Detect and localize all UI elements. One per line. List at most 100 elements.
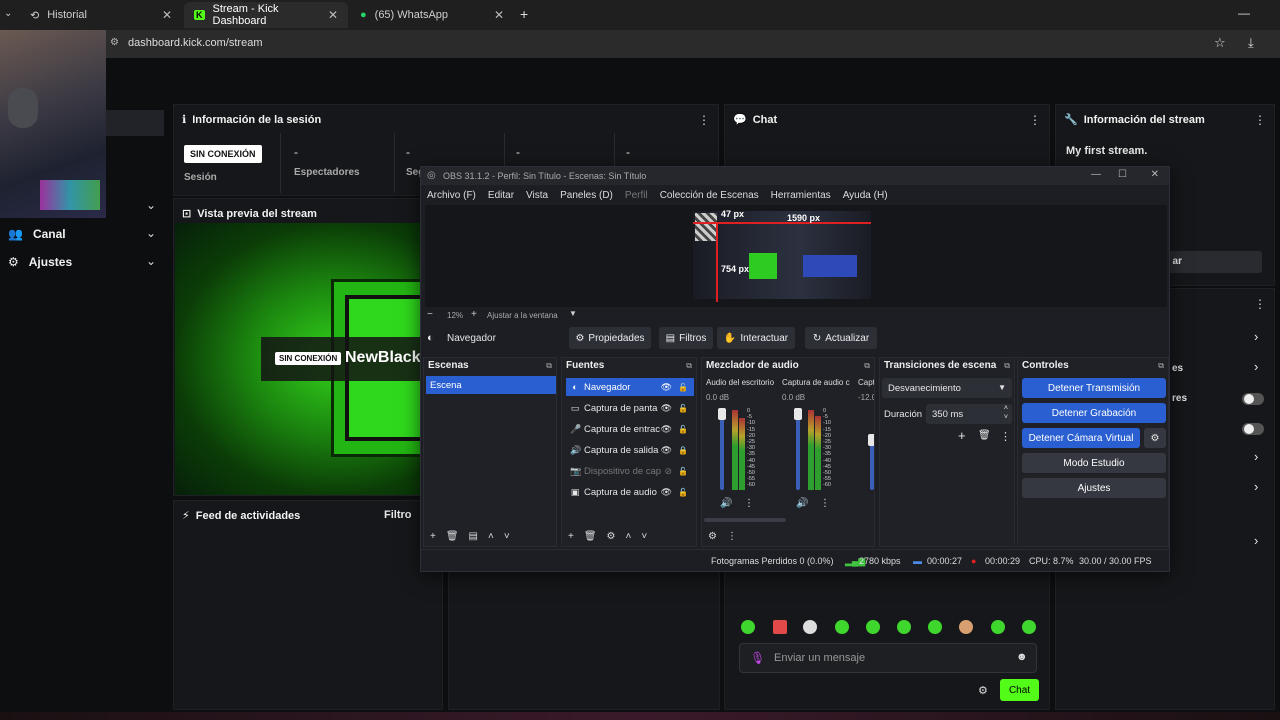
emoji-icon[interactable]: ☻	[1016, 651, 1028, 663]
lock-icon[interactable]: 🔓	[678, 383, 688, 392]
dock-float-icon[interactable]: ⧉	[864, 361, 870, 371]
kebab-menu-icon[interactable]: ⋮	[1254, 113, 1266, 127]
visibility-eye-icon[interactable]: 👁	[661, 424, 672, 435]
speaker-icon[interactable]: 🔊	[720, 498, 732, 509]
chevron-up-icon[interactable]: ˄	[626, 531, 632, 542]
tab-whatsapp[interactable]: ● (65) WhatsApp ✕	[350, 2, 514, 28]
trash-icon[interactable]: 🗑	[584, 531, 597, 542]
emote-icon[interactable]	[897, 620, 911, 634]
add-icon[interactable]: +	[568, 531, 574, 542]
visibility-eye-icon[interactable]: 👁	[661, 487, 672, 498]
site-settings-icon[interactable]: ⚙	[110, 37, 119, 48]
tab-list-chevron-icon[interactable]: ⌄	[4, 8, 12, 19]
dock-float-icon[interactable]: ⧉	[1158, 361, 1164, 371]
obs-preview-canvas[interactable]: 47 px 1590 px 754 px	[425, 205, 1167, 307]
new-tab-button[interactable]: +	[520, 6, 528, 22]
stop-streaming-button[interactable]: Detener Transmisión	[1022, 378, 1166, 398]
chat-send-button[interactable]: Chat	[1000, 679, 1039, 701]
transition-select[interactable]: Desvanecimiento ▼	[882, 378, 1012, 398]
menu-archivo[interactable]: Archivo (F)	[421, 187, 482, 205]
menu-herramientas[interactable]: Herramientas	[765, 187, 837, 205]
dock-float-icon[interactable]: ⧉	[1004, 361, 1010, 371]
hidden-eye-icon[interactable]: ⊘	[664, 466, 672, 477]
horizontal-scrollbar[interactable]	[704, 518, 786, 522]
lock-icon[interactable]: 🔒	[678, 446, 688, 455]
chevron-up-icon[interactable]: ˄	[488, 531, 494, 542]
add-icon[interactable]: +	[430, 531, 436, 542]
tab-historial[interactable]: ⟲ Historial ✕	[20, 2, 182, 28]
virtual-camera-settings-icon[interactable]: ⚙	[1144, 428, 1166, 448]
visibility-eye-icon[interactable]: 👁	[661, 382, 672, 393]
source-item[interactable]: 📷 Dispositivo de cap ⊘ 🔓	[566, 462, 694, 480]
volume-fader[interactable]	[796, 410, 800, 490]
kebab-menu-icon[interactable]: ⋮	[744, 498, 754, 509]
source-item[interactable]: ◐ Navegador 👁 🔓	[566, 378, 694, 396]
volume-fader[interactable]	[720, 410, 724, 490]
tab-kick-dashboard[interactable]: K Stream - Kick Dashboard ✕	[184, 2, 348, 28]
emote-icon[interactable]	[866, 620, 880, 634]
add-icon[interactable]: +	[958, 428, 966, 443]
duration-spinbox[interactable]: 350 ms ˄ ˅	[926, 404, 1012, 424]
refresh-button[interactable]: ↻ Actualizar	[805, 327, 877, 349]
studio-mode-button[interactable]: Modo Estudio	[1022, 453, 1166, 473]
minimize-icon[interactable]: —	[1238, 6, 1250, 20]
emote-icon[interactable]	[835, 620, 849, 634]
kebab-menu-icon[interactable]: ⋮	[1254, 297, 1266, 311]
close-tab-icon[interactable]: ✕	[162, 8, 172, 22]
trash-icon[interactable]: 🗑	[446, 531, 459, 542]
menu-coleccion-escenas[interactable]: Colección de Escenas	[654, 187, 765, 205]
emote-icon[interactable]	[1022, 620, 1036, 634]
chevron-right-icon[interactable]: ›	[1254, 359, 1258, 374]
visibility-eye-icon[interactable]: 👁	[661, 403, 672, 414]
kebab-menu-icon[interactable]: ⋮	[698, 113, 710, 127]
chevron-right-icon[interactable]: ›	[1254, 479, 1258, 494]
chevron-down-icon[interactable]: ˅	[641, 531, 647, 542]
properties-button[interactable]: ⚙ Propiedades	[569, 327, 651, 349]
sidebar-item-ajustes[interactable]: ⚙ Ajustes	[8, 255, 72, 269]
fit-to-window-option[interactable]: Ajustar a la ventana	[487, 311, 558, 320]
source-item[interactable]: ▣ Captura de audio 👁 🔓	[566, 483, 694, 501]
speaker-icon[interactable]: 🔊	[796, 498, 808, 509]
kebab-menu-icon[interactable]: ⋮	[727, 531, 737, 542]
zoom-out-button[interactable]: −	[427, 309, 433, 320]
chevron-right-icon[interactable]: ›	[1254, 533, 1258, 548]
filters-button[interactable]: ▤ Filtros	[659, 327, 713, 349]
chevron-right-icon[interactable]: ›	[1254, 449, 1258, 464]
filter-icon[interactable]: ▤	[469, 531, 478, 542]
visibility-eye-icon[interactable]: 👁	[661, 445, 672, 456]
emote-icon[interactable]	[928, 620, 942, 634]
chevron-down-icon[interactable]: ˅	[504, 531, 510, 542]
gear-icon[interactable]: ⚙	[607, 531, 616, 542]
kebab-menu-icon[interactable]: ⋮	[1000, 430, 1011, 443]
source-item[interactable]: ▭ Captura de panta 👁 🔓	[566, 399, 694, 417]
bookmark-star-icon[interactable]: ☆	[1214, 35, 1226, 51]
scene-item[interactable]: Escena	[426, 376, 556, 394]
emote-icon[interactable]	[991, 620, 1005, 634]
fader-knob[interactable]	[718, 408, 726, 420]
chevron-right-icon[interactable]: ›	[1254, 329, 1258, 344]
emote-icon[interactable]	[773, 620, 787, 634]
filter-button[interactable]: Filtro	[384, 509, 412, 521]
dropdown-arrow-icon[interactable]: ▼	[569, 309, 577, 318]
close-icon[interactable]: ✕	[1151, 169, 1159, 180]
toggle-switch[interactable]	[1242, 393, 1264, 405]
settings-button[interactable]: Ajustes	[1022, 478, 1166, 498]
menu-paneles[interactable]: Paneles (D)	[554, 187, 619, 205]
chat-settings-gear-icon[interactable]: ⚙	[978, 684, 988, 697]
menu-perfil[interactable]: Perfil	[619, 187, 654, 205]
fader-knob[interactable]	[794, 408, 802, 420]
chat-input[interactable]: 🎙 Enviar un mensaje ☻	[739, 643, 1037, 673]
menu-editar[interactable]: Editar	[482, 187, 520, 205]
mixer-settings-icon[interactable]: ⚙	[708, 531, 717, 542]
microphone-icon[interactable]: 🎙	[750, 651, 765, 665]
dock-float-icon[interactable]: ⧉	[686, 361, 692, 371]
download-icon[interactable]: ⤓	[1248, 35, 1254, 51]
toggle-switch[interactable]	[1242, 423, 1264, 435]
zoom-in-button[interactable]: +	[471, 309, 477, 320]
emote-icon[interactable]	[803, 620, 817, 634]
source-item[interactable]: 🎤 Captura de entrac 👁 🔓	[566, 420, 694, 438]
chevron-down-icon[interactable]: ⌄	[146, 198, 156, 212]
trash-icon[interactable]: 🗑	[978, 430, 991, 441]
lock-icon[interactable]: 🔓	[678, 467, 688, 476]
lock-icon[interactable]: 🔓	[678, 404, 688, 413]
